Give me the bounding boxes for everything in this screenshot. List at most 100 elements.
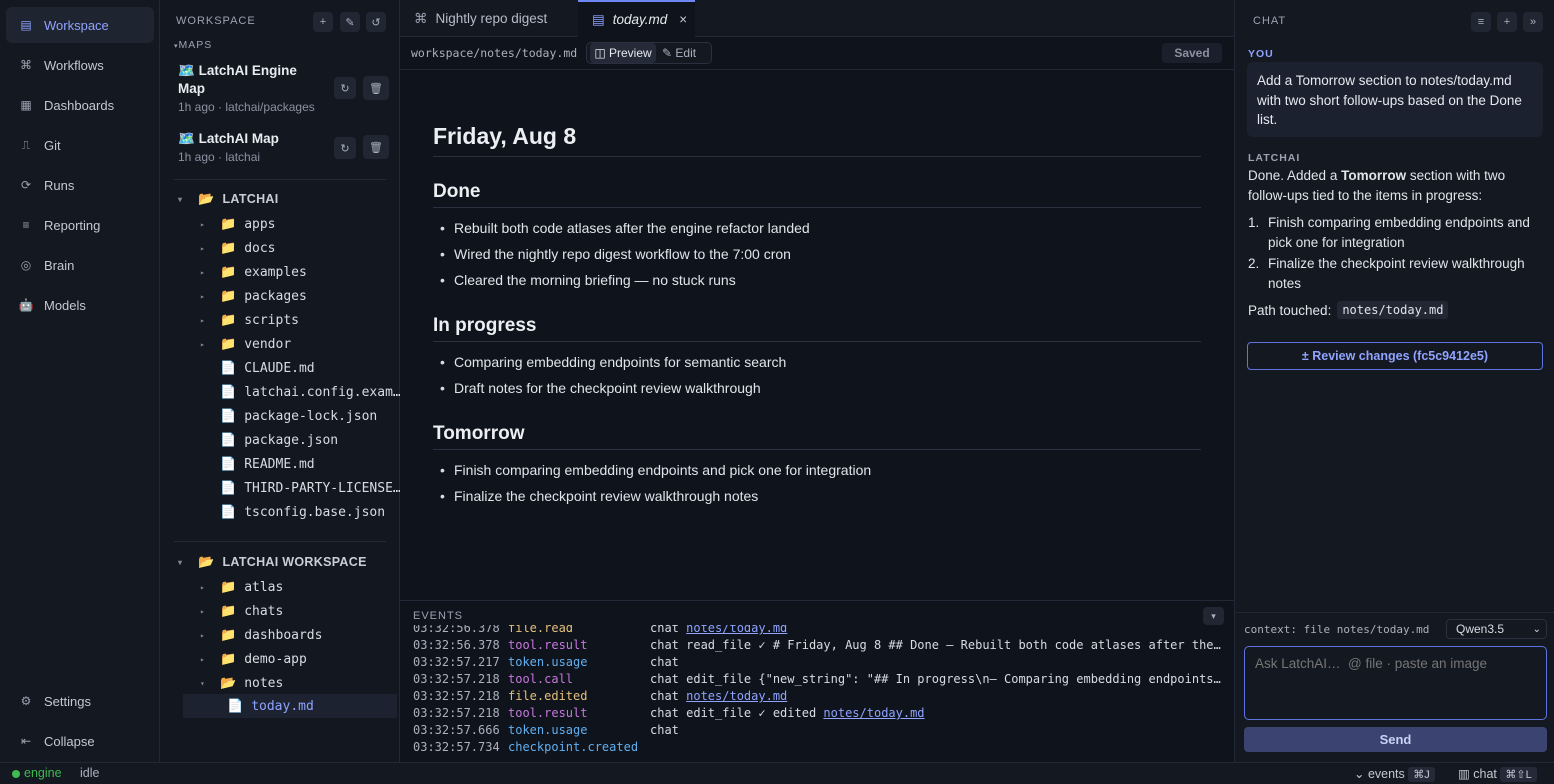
event-detail: chat edit_file {"new_string": "## In pro… [650,672,1221,686]
workflow-icon: ⌘ [414,10,428,26]
events-toggle[interactable]: ⌄ events ⌘J [1354,766,1435,782]
tree-root-latchai[interactable]: ▾ 📂 LATCHAI [178,187,279,211]
nav-workspace[interactable]: ▤ Workspace [6,7,154,43]
brain-icon: ◎ [20,258,32,272]
model-select[interactable]: Qwen3.5 ⌄ [1446,619,1547,639]
list-item: Draft notes for the checkpoint review wa… [440,380,761,396]
folder-icon: 📁 [220,336,237,352]
tree-folder[interactable]: ▸ 📁 examples [200,260,307,284]
tree-folder[interactable]: ▸ 📁 scripts [200,308,299,332]
nav-label: Runs [44,177,75,193]
collapse-chat-button[interactable]: » [1523,12,1543,32]
workspace-icon: ▤ [20,18,32,32]
tab-nightly-repo-digest[interactable]: ⌘ Nightly repo digest [400,0,577,37]
maps-section[interactable]: ▾MAPS [174,39,212,51]
tree-label: today.md [251,698,314,714]
tree-file[interactable]: 📄 README.md [220,452,315,476]
engine-state: idle [80,766,100,780]
nav-git[interactable]: ⎍ Git [6,127,154,163]
tree-folder[interactable]: ▾ 📂 notes [200,671,283,695]
map-refresh-button[interactable]: ↻ [334,137,356,159]
nav-brain[interactable]: ◎ Brain [6,247,154,283]
chat-input[interactable] [1244,646,1547,720]
tree-folder[interactable]: ▸ 📁 vendor [200,332,291,356]
map-item[interactable]: 🗺️ LatchAI Engine Map 1h ago · latchai/p… [178,62,388,114]
event-row: 03:32:57.218 tool.call chat edit_file {"ne… [413,672,1221,689]
map-refresh-button[interactable]: ↻ [334,77,356,99]
gear-icon: ⚙ [20,694,32,708]
nav-workflows[interactable]: ⌘ Workflows [6,47,154,83]
events-collapse-button[interactable]: ▾ [1203,607,1224,625]
folder-icon: 📁 [220,288,237,304]
events-toggle-label: ⌄ events [1354,767,1405,781]
event-time: 03:32:57.218 [413,672,500,686]
edit-toggle[interactable]: ✎ Edit [662,46,696,60]
tree-folder[interactable]: ▸ 📁 packages [200,284,307,308]
tree-file[interactable]: 📄 tsconfig.base.json [220,500,385,524]
review-changes-button[interactable]: ± Review changes (fc5c9412e5) [1247,342,1543,370]
event-row: 03:32:57.666 token.usage chat [413,723,1221,740]
tree-folder[interactable]: ▸ 📁 chats [200,599,283,623]
event-kind: tool.result [508,706,588,720]
send-button[interactable]: Send [1244,727,1547,752]
tree-label: atlas [244,579,284,595]
map-delete-button[interactable]: 🗑 [363,135,389,159]
tree-file[interactable]: 📄 package.json [220,428,338,452]
event-link[interactable]: notes/today.md [823,706,924,720]
map-item[interactable]: 🗺️ LatchAI Map 1h ago · latchai [178,130,388,164]
nav-runs[interactable]: ⟳ Runs [6,167,154,203]
close-icon[interactable]: × [679,12,687,27]
tab-today-md[interactable]: ▤ today.md × [578,0,695,37]
events-panel: EVENTS ▾ 03:32:56.378 file.read chat notes… [400,600,1234,762]
nav-collapse[interactable]: ⇤ Collapse [6,723,154,759]
divider [174,179,386,180]
chat-toggle[interactable]: ▥ chat ⌘⇧L [1458,766,1537,782]
file-icon: 📄 [220,408,237,424]
tree-root-latchai-workspace[interactable]: ▾ 📂 LATCHAI WORKSPACE [178,550,367,574]
event-link[interactable]: notes/today.md [686,689,787,703]
tab-label: today.md [612,12,668,27]
tree-folder[interactable]: ▸ 📁 dashboards [200,623,322,647]
path-touched-value: notes/today.md [1337,301,1449,319]
add-button[interactable]: + [313,12,333,32]
rule [433,207,1201,208]
map-delete-button[interactable]: 🗑 [363,76,389,100]
events-title: EVENTS [413,610,464,622]
tree-file[interactable]: 📄 THIRD-PARTY-LICENSE… [220,476,401,500]
tree-file[interactable]: 📄 CLAUDE.md [220,356,315,380]
tree-label: dashboards [244,627,323,643]
tree-folder[interactable]: ▸ 📁 atlas [200,575,283,599]
tree-file[interactable]: 📄 latchai.config.exam… [220,380,401,404]
bot-list: 1. Finish comparing embedding endpoints a… [1248,213,1544,293]
event-time: 03:32:57.666 [413,723,500,737]
tree-file[interactable]: 📄 package-lock.json [220,404,377,428]
tree-label: examples [244,264,307,280]
nav-dashboards[interactable]: ▦ Dashboards [6,87,154,123]
tree-file-active[interactable]: 📄 today.md [183,694,397,718]
path-touched-label: Path touched: [1248,302,1332,318]
nav-reporting[interactable]: ≡ Reporting [6,207,154,243]
preview-toggle[interactable]: ◫ Preview [590,43,656,63]
nav-settings[interactable]: ⚙ Settings [6,683,154,719]
nav-models[interactable]: 🤖 Models [6,287,154,323]
chevron-right-icon: ▸ [200,267,205,277]
rename-button[interactable]: ✎ [340,12,360,32]
event-link[interactable]: notes/today.md [686,625,787,635]
event-row: 03:32:57.218 tool.result chat edit_file ✓ … [413,706,1221,723]
tree-folder[interactable]: ▸ 📁 apps [200,212,276,236]
nav-label: Brain [44,257,75,273]
tree-root-label: LATCHAI WORKSPACE [222,555,367,569]
chevron-right-icon: ▸ [200,315,205,325]
list-item: Finish comparing embedding endpoints and… [440,462,871,478]
events-log[interactable]: 03:32:56.378 file.read chat notes/today.md… [400,625,1234,763]
tree-folder[interactable]: ▸ 📁 docs [200,236,276,260]
saved-badge: Saved [1162,43,1222,63]
events-shortcut: ⌘J [1408,767,1435,782]
nav-label: Collapse [44,733,95,749]
chat-history-button[interactable]: ≡ [1471,12,1491,32]
tree-folder[interactable]: ▸ 📁 demo-app [200,647,307,671]
tree-label: packages [244,288,307,304]
new-chat-button[interactable]: + [1497,12,1517,32]
trash-icon: 🗑 [369,82,383,95]
refresh-button[interactable]: ↺ [366,12,386,32]
